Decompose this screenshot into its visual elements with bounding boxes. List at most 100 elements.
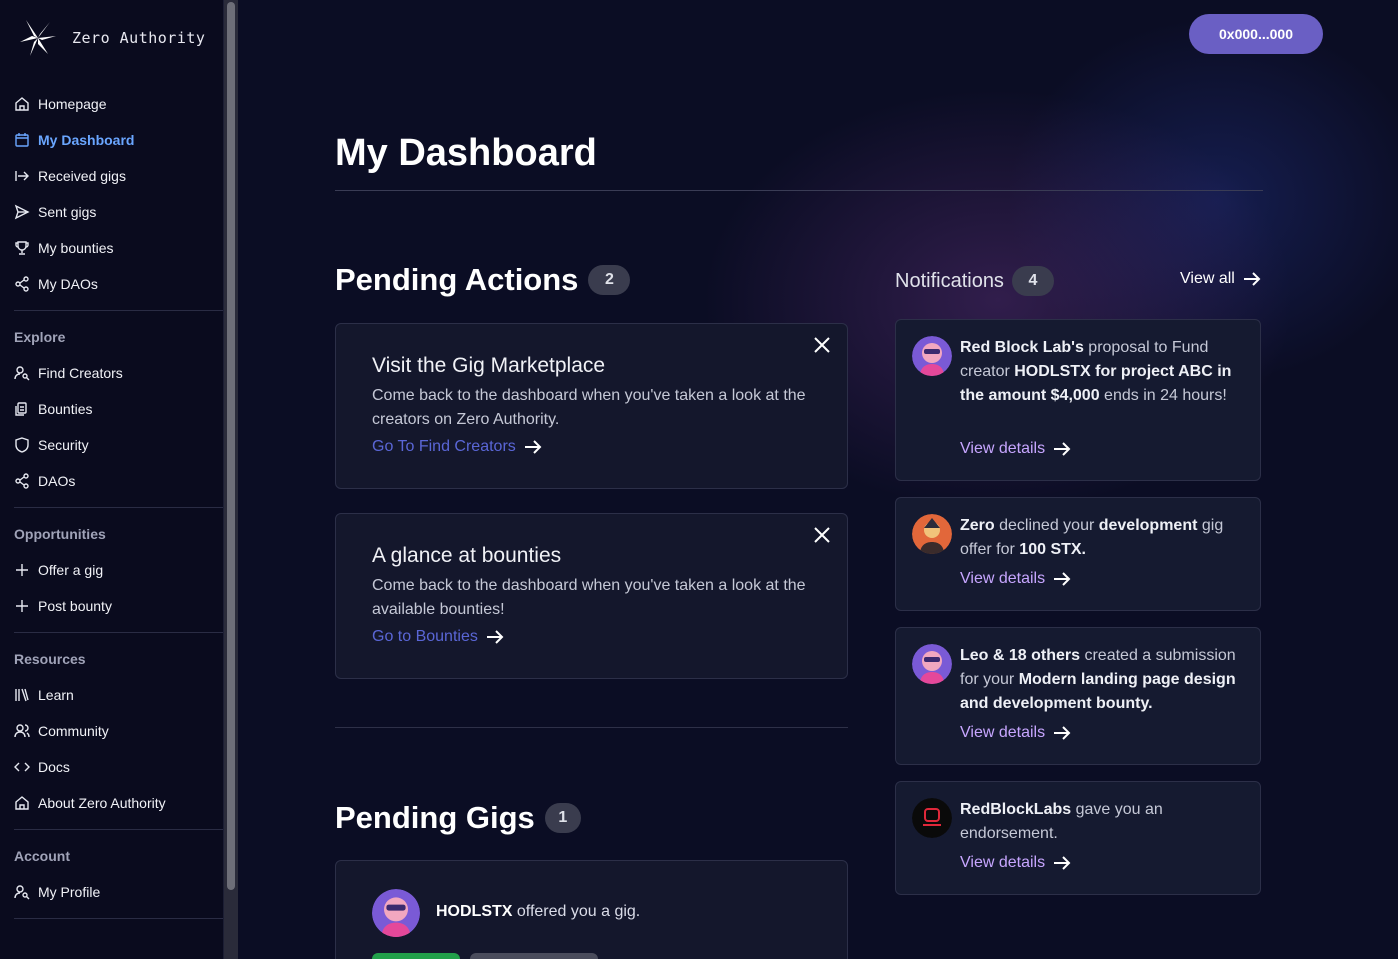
home-icon	[15, 97, 29, 111]
sidebar-item-homepage[interactable]: Homepage	[0, 86, 223, 122]
sidebar-item-label: Security	[38, 437, 89, 453]
sidebar-scrollbar[interactable]	[224, 0, 238, 959]
logo[interactable]: Zero Authority	[18, 18, 205, 58]
action-card: Visit the Gig Marketplace Come back to t…	[335, 323, 848, 489]
arrow-right-icon	[1054, 572, 1071, 586]
gig-sender: HODLSTX	[436, 903, 513, 920]
sidebar-item-community[interactable]: Community	[0, 713, 223, 749]
notifications-heading: Notifications 4	[895, 266, 1054, 296]
pending-actions-heading: Pending Actions 2	[335, 262, 631, 298]
sidebar-item-find-creators[interactable]: Find Creators	[0, 355, 223, 391]
go-to-find-creators-link[interactable]: Go To Find Creators	[372, 438, 542, 456]
sidebar-item-label: About Zero Authority	[38, 795, 166, 811]
view-details-link[interactable]: View details	[960, 724, 1071, 742]
share-icon	[15, 276, 29, 292]
section-title: Pending Gigs	[335, 800, 535, 835]
go-to-bounties-link[interactable]: Go to Bounties	[372, 628, 504, 646]
home-icon	[15, 796, 29, 810]
avatar	[912, 514, 952, 554]
link-label: View details	[960, 724, 1046, 741]
close-icon[interactable]	[813, 526, 831, 544]
action-card: A glance at bounties Come back to the da…	[335, 513, 848, 679]
gig-card: HODLSTX offered you a gig.	[335, 860, 848, 959]
sidebar-item-my-profile[interactable]: My Profile	[0, 874, 223, 910]
sidebar-item-label: My bounties	[38, 240, 114, 256]
section-heading-resources: Resources	[14, 651, 86, 667]
sidebar-item-security[interactable]: Security	[0, 427, 223, 463]
divider	[14, 310, 223, 311]
avatar	[912, 336, 952, 376]
card-body: Come back to the dashboard when you've t…	[372, 387, 806, 428]
link-label: View details	[960, 854, 1046, 871]
divider	[14, 632, 223, 633]
avatar	[372, 889, 420, 937]
link-label: Go to Bounties	[372, 628, 478, 645]
arrow-right-icon	[1243, 272, 1261, 286]
notification-card: Leo & 18 others created a submission for…	[895, 627, 1261, 765]
sidebar-item-learn[interactable]: Learn	[0, 677, 223, 713]
sidebar: Zero Authority Homepage My Dashboard Rec…	[0, 0, 224, 959]
scrollbar-thumb[interactable]	[227, 2, 235, 890]
sidebar-item-label: My Profile	[38, 884, 101, 900]
close-icon[interactable]	[813, 336, 831, 354]
sidebar-item-label: Learn	[38, 687, 74, 703]
sidebar-item-sent-gigs[interactable]: Sent gigs	[0, 194, 223, 230]
sidebar-item-my-daos[interactable]: My DAOs	[0, 266, 223, 302]
sidebar-item-about[interactable]: About Zero Authority	[0, 785, 223, 821]
section-heading-explore: Explore	[14, 329, 66, 345]
link-label: View details	[960, 440, 1046, 457]
view-details-link[interactable]: View details	[960, 854, 1071, 872]
sidebar-item-offer-a-gig[interactable]: Offer a gig	[0, 552, 223, 588]
link-label: Go To Find Creators	[372, 438, 516, 455]
sidebar-item-my-bounties[interactable]: My bounties	[0, 230, 223, 266]
sidebar-item-label: Post bounty	[38, 598, 112, 614]
view-all-link[interactable]: View all	[1180, 270, 1261, 288]
count-badge: 1	[544, 803, 581, 833]
section-title: Pending Actions	[335, 262, 579, 297]
sidebar-item-post-bounty[interactable]: Post bounty	[0, 588, 223, 624]
sidebar-item-my-dashboard[interactable]: My Dashboard	[0, 122, 223, 158]
sidebar-item-label: Received gigs	[38, 168, 126, 184]
shield-icon	[15, 437, 29, 453]
sidebar-item-daos[interactable]: DAOs	[0, 463, 223, 499]
arrow-right-icon	[1054, 726, 1071, 740]
user-search-icon	[14, 885, 30, 900]
notification-card: Zero declined your development gig offer…	[895, 497, 1261, 611]
notification-text: RedBlockLabs gave you an endorsement.	[960, 801, 1163, 842]
divider	[335, 190, 1263, 191]
count-badge: 2	[588, 265, 631, 295]
section-title: Notifications	[895, 269, 1004, 292]
sidebar-item-bounties[interactable]: Bounties	[0, 391, 223, 427]
sidebar-item-docs[interactable]: Docs	[0, 749, 223, 785]
arrow-right-icon	[486, 630, 504, 644]
sidebar-item-label: Community	[38, 723, 109, 739]
gig-offer-text: HODLSTX offered you a gig.	[436, 903, 640, 921]
books-icon	[15, 688, 29, 702]
view-details-link[interactable]: View details	[960, 570, 1071, 588]
decline-button[interactable]	[470, 953, 598, 959]
sidebar-item-received-gigs[interactable]: Received gigs	[0, 158, 223, 194]
count-badge: 4	[1011, 266, 1054, 296]
view-details-link[interactable]: View details	[960, 440, 1071, 458]
pending-gigs-heading: Pending Gigs 1	[335, 800, 581, 836]
sidebar-item-label: Homepage	[38, 96, 107, 112]
sidebar-item-label: DAOs	[38, 473, 76, 489]
accept-button[interactable]	[372, 953, 460, 959]
divider	[14, 829, 223, 830]
divider	[335, 727, 848, 728]
sidebar-item-label: My Dashboard	[38, 132, 135, 148]
sidebar-item-label: Find Creators	[38, 365, 123, 381]
arrow-right-icon	[1054, 856, 1071, 870]
send-icon	[14, 204, 30, 220]
card-title: A glance at bounties	[372, 544, 562, 567]
sidebar-nav: Homepage My Dashboard Received gigs Sent…	[0, 86, 223, 927]
plus-icon	[16, 564, 28, 576]
notification-card: RedBlockLabs gave you an endorsement. Vi…	[895, 781, 1261, 895]
divider	[14, 507, 223, 508]
arrow-right-icon	[524, 440, 542, 454]
share-icon	[15, 473, 29, 489]
wallet-button[interactable]: 0x000...000	[1189, 14, 1323, 54]
user-search-icon	[14, 366, 30, 381]
calendar-icon	[15, 133, 29, 147]
sidebar-item-label: Offer a gig	[38, 562, 104, 578]
